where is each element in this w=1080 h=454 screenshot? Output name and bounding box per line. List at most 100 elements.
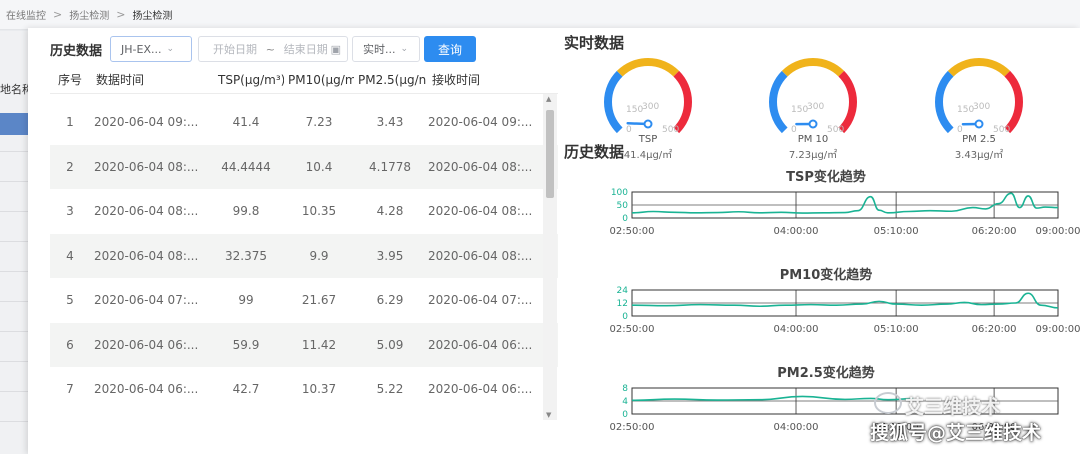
chevron-right-icon: >: [116, 8, 126, 21]
cell-index: 7: [66, 382, 74, 397]
gauge-name: PM 2.5: [962, 134, 996, 145]
history-table: 序号 数据时间 TSP(μg/m³) PM10(μg/m PM2.5(μg/n …: [50, 66, 558, 418]
table-row[interactable]: 5 2020-06-04 07:... 99 21.67 6.29 2020-06-04 …: [50, 278, 558, 323]
y-tick-label: 100: [611, 188, 628, 198]
scrollbar-thumb[interactable]: [546, 110, 554, 198]
background-selected-row: [0, 113, 28, 135]
mode-select[interactable]: 实时... ⌄: [352, 36, 421, 62]
cell-tsp: 32.375: [225, 248, 267, 263]
history-title: 历史数据: [50, 43, 103, 59]
gauge-tick-label: 150: [791, 105, 808, 115]
device-select[interactable]: JH-EX... ⌄: [110, 36, 193, 62]
cell-receive-time: 2020-06-04 09:...: [428, 115, 533, 130]
x-tick-label: 02:50:00: [610, 324, 655, 335]
column-header-index[interactable]: 序号: [50, 71, 90, 88]
series-line: [631, 395, 914, 402]
cell-tsp: 99: [238, 293, 254, 308]
gauge-pm10: 0 150 300 500 PM 10 7.23μg/㎡: [763, 52, 863, 162]
x-tick-label: 09:00:00: [1036, 226, 1080, 237]
gauge-arc-mid: [616, 58, 680, 77]
cell-data-time: 2020-06-04 09:...: [94, 115, 199, 130]
table-row[interactable]: 3 2020-06-04 08:... 99.8 10.35 4.28 2020-06-0…: [50, 189, 558, 234]
table-row[interactable]: 4 2020-06-04 08:... 32.375 9.9 3.95 2020-06-0…: [50, 233, 558, 278]
date-range-picker[interactable]: 开始日期 ~ 结束日期 ▣: [198, 36, 349, 62]
x-tick-label: 05:10:00: [874, 324, 919, 335]
breadcrumb: 在线监控 > 扬尘检测 > 扬尘检测: [0, 0, 1080, 30]
cell-pm25: 5.22: [376, 382, 404, 397]
gauge-tick-label: 150: [626, 105, 643, 115]
gauge-tick-label: 300: [973, 102, 990, 112]
cell-tsp: 44.4444: [221, 159, 271, 174]
history-modal: 历史数据 JH-EX... ⌄ 开始日期 ~ 结束日期 ▣ 实时... ⌄ 查询…: [28, 28, 1080, 454]
cell-tsp: 41.4: [232, 115, 260, 130]
gauge-arc-high: [673, 70, 692, 134]
gauge-arc-high: [1004, 70, 1023, 134]
table-row[interactable]: 1 2020-06-04 09:... 41.4 7.23 3.43 2020-06-04…: [50, 100, 558, 145]
chevron-down-icon: ⌄: [400, 44, 409, 54]
gauge-pm10-value: 7.23μg/㎡: [788, 150, 838, 161]
scroll-up-icon[interactable]: ▲: [546, 95, 551, 103]
column-header-data-time[interactable]: 数据时间: [90, 71, 208, 88]
query-button[interactable]: 查询: [424, 36, 477, 62]
x-tick-label: 04:00:00: [774, 226, 819, 237]
y-tick-label: 0: [622, 214, 628, 224]
gauge-pivot: [974, 119, 984, 129]
date-separator: ~: [265, 42, 276, 56]
y-tick-label: 24: [617, 286, 629, 296]
gauge-tick-label: 0: [626, 125, 632, 135]
x-tick-label: 02:50:00: [610, 226, 655, 237]
cell-pm25: 6.29: [376, 293, 404, 308]
table-row[interactable]: 6 2020-06-04 06:... 59.9 11.42 5.09 2020-06-0…: [50, 322, 558, 367]
gauge-tick-label: 500: [662, 125, 679, 135]
breadcrumb-item-current: 扬尘检测: [132, 11, 173, 22]
breadcrumb-item-monitor[interactable]: 在线监控: [6, 7, 46, 22]
mode-select-value: 实时...: [363, 43, 396, 56]
x-tick-label: 02:50:00: [610, 422, 655, 433]
x-tick-label: 06:20:00: [972, 324, 1017, 335]
x-tick-label: 04:00:00: [774, 324, 819, 335]
y-tick-label: 8: [622, 384, 628, 394]
cell-pm10: 11.42: [301, 337, 337, 352]
chevron-down-icon: ⌄: [166, 44, 175, 54]
y-tick-label: 50: [617, 201, 629, 211]
watermark-line2: 搜狐号@艾三维技术: [870, 422, 1042, 444]
cell-data-time: 2020-06-04 06:...: [94, 382, 199, 397]
gauge-pm25-value: 3.43μg/㎡: [954, 150, 1004, 161]
table-row[interactable]: 2 2020-06-04 08:... 44.4444 10.4 4.1778 2020-…: [50, 144, 558, 189]
x-tick-label: 04:00:00: [774, 422, 819, 433]
cell-index: 5: [66, 293, 74, 308]
cell-index: 1: [66, 115, 74, 130]
table-row[interactable]: 7 2020-06-04 06:... 42.7 10.37 5.22 2020-06-0…: [50, 367, 558, 412]
gauge-pm25: 0 150 300 500 PM 2.5 3.43μg/㎡: [929, 52, 1029, 162]
cell-pm25: 4.28: [376, 204, 404, 219]
gauge-arc-high: [838, 70, 857, 134]
cell-pm10: 9.9: [309, 248, 329, 263]
cell-receive-time: 2020-06-04 08:...: [428, 159, 533, 174]
column-header-pm10[interactable]: PM10(μg/m: [284, 73, 354, 87]
gauge-pivot: [643, 119, 653, 129]
watermark-line1: 艾三维技术: [905, 396, 1001, 418]
breadcrumb-item-dust[interactable]: 扬尘检测: [69, 7, 109, 22]
watermark-logo-icon: [874, 392, 902, 414]
cell-tsp: 59.9: [232, 337, 260, 352]
table-scrollbar[interactable]: ▲ ▼: [543, 94, 557, 420]
cell-receive-time: 2020-06-04 08:...: [428, 204, 533, 219]
date-start-input[interactable]: 开始日期: [213, 41, 257, 57]
cell-index: 3: [66, 204, 74, 219]
cell-data-time: 2020-06-04 07:...: [94, 293, 199, 308]
gauge-tick-label: 300: [642, 102, 659, 112]
gauge-arc-low: [604, 70, 623, 134]
cell-pm25: 3.95: [376, 248, 404, 263]
scroll-down-icon[interactable]: ▼: [546, 411, 551, 419]
column-header-tsp[interactable]: TSP(μg/m³): [208, 73, 284, 87]
x-tick-label: 09:00:00: [1036, 324, 1080, 335]
cell-tsp: 99.8: [232, 204, 260, 219]
date-end-input[interactable]: 结束日期: [284, 41, 328, 57]
cell-pm25: 4.1778: [369, 159, 411, 174]
cell-pm10: 10.4: [305, 159, 333, 174]
cell-receive-time: 2020-06-04 08:...: [428, 248, 533, 263]
gauge-arc-mid: [947, 58, 1011, 77]
pm10-trend-chart: PM10变化趋势 0 12 24 02:50:00 04:00:00 05:10:00 06…: [576, 264, 1080, 346]
column-header-pm25[interactable]: PM2.5(μg/n: [354, 73, 426, 87]
column-header-receive-time[interactable]: 接收时间: [426, 71, 536, 88]
